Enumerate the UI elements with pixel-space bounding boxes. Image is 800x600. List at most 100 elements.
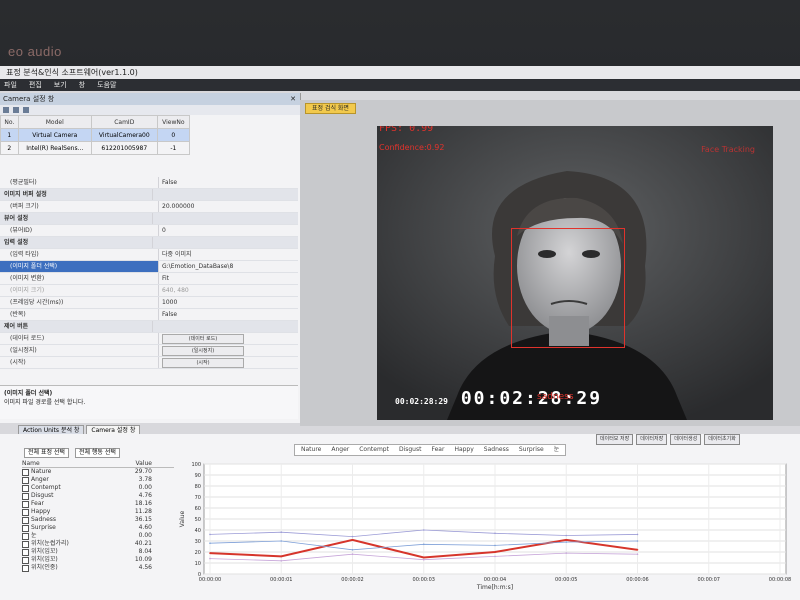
settings-icon[interactable] (23, 107, 29, 113)
property-button[interactable]: (데이터 로드) (162, 334, 244, 344)
refresh-icon[interactable] (13, 107, 19, 113)
property-value[interactable]: False (158, 177, 298, 188)
property-row[interactable]: (일시정지) (일시정지) (0, 345, 298, 357)
table-row[interactable]: 2 Intel(R) RealSens... 612201005987 -1 (0, 141, 191, 155)
pin-icon[interactable]: ✕ (290, 93, 296, 105)
property-row[interactable]: (평균필터) False (0, 177, 298, 189)
property-value[interactable]: 20.000000 (158, 201, 298, 212)
checkbox[interactable] (22, 540, 29, 548)
checkbox[interactable] (22, 564, 29, 572)
x-tick-label: 00:00:06 (626, 577, 648, 583)
add-icon[interactable] (3, 107, 9, 113)
property-value[interactable]: False (158, 309, 298, 320)
property-row[interactable]: (데이터 로드) (데이터 로드) (0, 333, 298, 345)
menu-item[interactable]: 창 (79, 79, 85, 91)
x-tick-label: 00:00:04 (484, 577, 506, 583)
property-value[interactable]: G:\Emotion_DataBase\8 (158, 261, 298, 272)
property-row[interactable]: (반복) False (0, 309, 298, 321)
legend-entry[interactable]: Anger (331, 445, 349, 455)
property-row[interactable]: (입력 타입) 다중 이미지 (0, 249, 298, 261)
data-point (565, 541, 568, 543)
property-grid: (평균필터) False 이미지 버퍼 설정 (버퍼 크기) 20.000000 뷰어 설… (0, 177, 298, 369)
property-button[interactable]: (시작) (162, 358, 244, 368)
confidence-readout: Confidence:0.92 (379, 143, 445, 152)
property-row[interactable]: (이미지 폴더 선택) G:\Emotion_DataBase\8 (0, 261, 298, 273)
property-row[interactable]: (시작) (시작) (0, 357, 298, 369)
legend-entry[interactable]: Sadness (484, 445, 509, 455)
checkbox[interactable] (22, 468, 29, 476)
list-item[interactable]: 위치(입꼬) 10.09 (22, 556, 174, 564)
legend-entry[interactable]: Surprise (519, 445, 544, 455)
column-header[interactable]: Model (17, 115, 92, 129)
checkbox[interactable] (22, 476, 29, 484)
data-point (636, 540, 639, 542)
menu-item[interactable]: 파일 (4, 79, 17, 91)
data-point (209, 552, 211, 554)
checkbox[interactable] (22, 516, 29, 524)
column-header[interactable]: No. (0, 115, 19, 129)
chart-action-button[interactable]: 데이터생성 (670, 434, 702, 445)
legend-entry[interactable]: Happy (454, 445, 473, 455)
legend-entry[interactable]: Disgust (399, 445, 422, 455)
legend-entry[interactable]: Nature (301, 445, 321, 455)
checkbox[interactable] (22, 556, 29, 564)
chart-action-button[interactable]: 데이터모 저장 (596, 434, 634, 445)
list-item[interactable]: Fear 18.16 (22, 500, 174, 508)
property-value[interactable]: 0 (158, 225, 298, 236)
list-item[interactable]: Anger 3.78 (22, 476, 174, 484)
property-value[interactable]: (데이터 로드) (158, 333, 298, 344)
select-all-emotions-checkbox[interactable]: 전체 표정 선택 (24, 448, 69, 458)
checkbox[interactable] (22, 508, 29, 516)
list-item[interactable]: Nature 29.70 (22, 468, 174, 476)
checkbox[interactable] (22, 524, 29, 532)
property-value[interactable]: 다중 이미지 (158, 249, 298, 260)
checkbox[interactable] (22, 548, 29, 556)
table-row[interactable]: 1 Virtual Camera VirtualCamera00 0 (0, 128, 191, 142)
data-point (565, 552, 568, 554)
property-value[interactable]: (일시정지) (158, 345, 298, 356)
property-value[interactable]: Fit (158, 273, 298, 284)
list-item[interactable]: Sadness 36.15 (22, 516, 174, 524)
checkbox[interactable] (22, 500, 29, 508)
list-item[interactable]: Happy 11.28 (22, 508, 174, 516)
property-row[interactable]: (뷰어ID) 0 (0, 225, 298, 237)
list-item[interactable]: Disgust 4.76 (22, 492, 174, 500)
legend-entry[interactable]: Contempt (359, 445, 389, 455)
column-header[interactable]: ViewNo (156, 115, 191, 129)
property-row[interactable]: (프레임당 시간(ms)) 1000 (0, 297, 298, 309)
menu-item[interactable]: 도움말 (97, 79, 116, 91)
col-name: Name (22, 460, 40, 467)
video-frame: FPS: 0.99 Confidence:0.92 Face Tracking … (377, 126, 773, 420)
chart-action-button[interactable]: 데이터초기화 (704, 434, 740, 445)
property-row[interactable]: (버퍼 크기) 20.000000 (0, 201, 298, 213)
property-value[interactable]: 1000 (158, 297, 298, 308)
property-button[interactable]: (일시정지) (162, 346, 244, 356)
property-value[interactable]: (시작) (158, 357, 298, 368)
chart-action-button[interactable]: 데이터저장 (636, 434, 668, 445)
property-row[interactable]: (이미지 크기) 640, 480 (0, 285, 298, 297)
emotion-name: 눈 (22, 532, 112, 540)
x-axis-label: Time[h:m:s] (476, 584, 513, 591)
list-item[interactable]: 위치(입꼬) 8.04 (22, 548, 174, 556)
menu-item[interactable]: 보기 (54, 79, 67, 91)
select-all-actions-checkbox[interactable]: 전체 행동 선택 (74, 448, 120, 458)
list-item[interactable]: 위치(인중) 4.56 (22, 564, 174, 572)
y-tick-label: 10 (195, 561, 201, 567)
checkbox[interactable] (22, 532, 29, 540)
list-item[interactable]: Contempt 0.00 (22, 484, 174, 492)
checkbox[interactable] (22, 492, 29, 500)
list-item[interactable]: Surprise 4.60 (22, 524, 174, 532)
emotion-value: 11.28 (134, 508, 152, 515)
menu-item[interactable]: 편집 (29, 79, 42, 91)
list-item[interactable]: 눈 0.00 (22, 532, 174, 540)
legend-entry[interactable]: Fear (431, 445, 444, 455)
list-item[interactable]: 위치(눈썹가리) 40.21 (22, 540, 174, 548)
column-header[interactable]: CamID (90, 115, 158, 129)
table-cell: 1 (0, 128, 19, 142)
tracking-status: Face Tracking (701, 145, 755, 154)
tab-video-view[interactable]: 표정 검식 화면 (305, 103, 356, 114)
legend-entry[interactable]: 눈 (554, 445, 560, 455)
checkbox[interactable] (22, 484, 29, 492)
property-key: (이미지 변환) (10, 275, 45, 282)
property-row[interactable]: (이미지 변환) Fit (0, 273, 298, 285)
